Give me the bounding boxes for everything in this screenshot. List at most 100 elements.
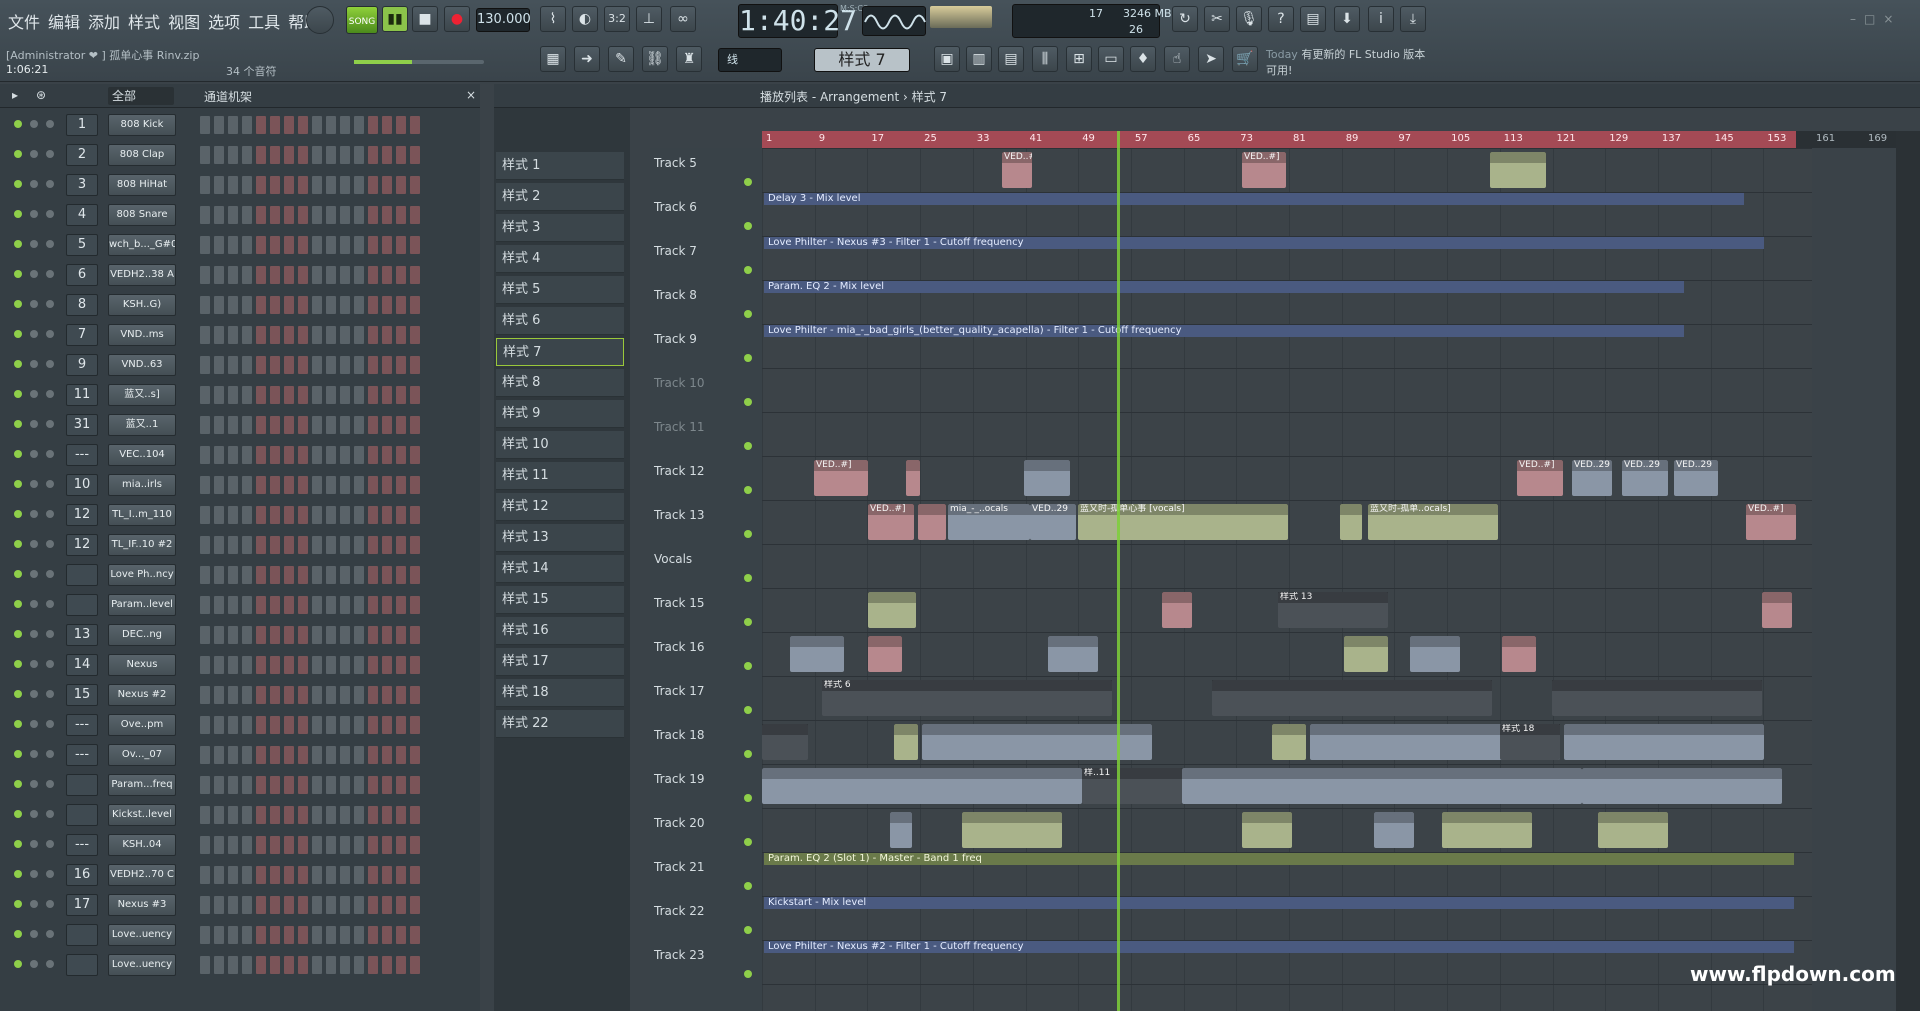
step-button[interactable] — [368, 776, 378, 794]
step-button[interactable] — [396, 806, 406, 824]
step-button[interactable] — [354, 686, 364, 704]
channel-pan-knob-icon[interactable] — [30, 750, 38, 758]
audio-clip[interactable] — [790, 636, 844, 672]
step-edit-icon[interactable]: ⊥ — [636, 6, 662, 32]
track-enable-led[interactable] — [744, 354, 752, 362]
step-button[interactable] — [256, 656, 266, 674]
channel-volume-knob-icon[interactable] — [46, 810, 54, 818]
step-button[interactable] — [382, 506, 392, 524]
step-sequencer[interactable] — [200, 746, 420, 764]
track-header[interactable]: Track 18 — [654, 720, 758, 764]
pattern-item[interactable]: 样式 7 — [496, 338, 624, 366]
step-button[interactable] — [326, 566, 336, 584]
step-button[interactable] — [396, 776, 406, 794]
plugin-icon[interactable]: ⊞ — [1066, 46, 1092, 72]
channel-mixer-track[interactable]: 3 — [66, 174, 98, 196]
channel-rack-icon[interactable]: ▤ — [998, 46, 1024, 72]
channel-pan-knob-icon[interactable] — [30, 810, 38, 818]
step-button[interactable] — [284, 116, 294, 134]
step-button[interactable] — [382, 116, 392, 134]
step-button[interactable] — [312, 296, 322, 314]
channel-row[interactable]: --- VEC..104 — [0, 440, 480, 470]
step-button[interactable] — [228, 326, 238, 344]
step-button[interactable] — [382, 746, 392, 764]
step-button[interactable] — [270, 506, 280, 524]
step-sequencer[interactable] — [200, 806, 420, 824]
step-button[interactable] — [270, 626, 280, 644]
step-button[interactable] — [200, 566, 210, 584]
step-button[interactable] — [382, 476, 392, 494]
step-button[interactable] — [326, 716, 336, 734]
channel-row[interactable]: 11 蓝又..s] — [0, 380, 480, 410]
step-button[interactable] — [270, 176, 280, 194]
step-button[interactable] — [312, 206, 322, 224]
channel-row[interactable]: 15 Nexus #2 — [0, 680, 480, 710]
step-button[interactable] — [228, 596, 238, 614]
step-button[interactable] — [368, 236, 378, 254]
step-button[interactable] — [354, 356, 364, 374]
step-button[interactable] — [270, 476, 280, 494]
piano-icon[interactable]: ▥ — [966, 46, 992, 72]
step-button[interactable] — [214, 806, 224, 824]
step-button[interactable] — [340, 566, 350, 584]
channel-pan-knob-icon[interactable] — [30, 960, 38, 968]
channel-pan-knob-icon[interactable] — [30, 600, 38, 608]
channel-mixer-track[interactable]: 8 — [66, 294, 98, 316]
channel-mixer-track[interactable]: --- — [66, 834, 98, 856]
step-button[interactable] — [242, 416, 252, 434]
step-button[interactable] — [270, 596, 280, 614]
step-sequencer[interactable] — [200, 446, 420, 464]
step-button[interactable] — [312, 476, 322, 494]
step-button[interactable] — [284, 866, 294, 884]
step-button[interactable] — [340, 746, 350, 764]
step-button[interactable] — [382, 566, 392, 584]
step-button[interactable] — [256, 176, 266, 194]
step-button[interactable] — [270, 566, 280, 584]
channel-name-button[interactable]: KSH..04 — [108, 834, 176, 856]
step-button[interactable] — [368, 506, 378, 524]
step-sequencer[interactable] — [200, 116, 420, 134]
step-sequencer[interactable] — [200, 476, 420, 494]
step-button[interactable] — [410, 356, 420, 374]
track-enable-led[interactable] — [744, 926, 752, 934]
step-button[interactable] — [270, 356, 280, 374]
step-button[interactable] — [214, 596, 224, 614]
step-button[interactable] — [340, 446, 350, 464]
step-sequencer[interactable] — [200, 266, 420, 284]
audio-clip[interactable] — [868, 636, 902, 672]
step-button[interactable] — [410, 266, 420, 284]
step-button[interactable] — [368, 716, 378, 734]
step-button[interactable] — [256, 536, 266, 554]
playhead[interactable] — [1117, 131, 1120, 1011]
step-button[interactable] — [242, 116, 252, 134]
step-button[interactable] — [270, 206, 280, 224]
channel-mute-led[interactable] — [14, 150, 22, 158]
step-button[interactable] — [200, 116, 210, 134]
step-button[interactable] — [368, 596, 378, 614]
track-header[interactable]: Track 22 — [654, 896, 758, 940]
step-button[interactable] — [410, 836, 420, 854]
step-button[interactable] — [284, 686, 294, 704]
pattern-item[interactable]: 样式 14 — [496, 555, 624, 583]
channel-row[interactable]: --- Ov..._07 — [0, 740, 480, 770]
channel-pan-knob-icon[interactable] — [30, 240, 38, 248]
step-button[interactable] — [326, 206, 336, 224]
step-button[interactable] — [368, 446, 378, 464]
step-button[interactable] — [200, 476, 210, 494]
channel-mixer-track[interactable]: 5 — [66, 234, 98, 256]
audio-clip[interactable] — [1762, 592, 1792, 628]
channel-row[interactable]: 31 蓝又..1 — [0, 410, 480, 440]
step-button[interactable] — [382, 386, 392, 404]
step-button[interactable] — [256, 356, 266, 374]
save-icon[interactable]: ▤ — [1300, 6, 1326, 32]
rack-options-icon[interactable]: ⊛ — [36, 88, 46, 102]
link-icon[interactable]: ⛓ — [642, 46, 668, 72]
step-button[interactable] — [214, 896, 224, 914]
channel-mute-led[interactable] — [14, 240, 22, 248]
step-button[interactable] — [298, 926, 308, 944]
audio-clip[interactable] — [1162, 592, 1192, 628]
step-button[interactable] — [298, 806, 308, 824]
step-button[interactable] — [340, 416, 350, 434]
song-time-display[interactable]: 1:40:27 — [738, 4, 857, 38]
channel-row[interactable]: 8 KSH..G) — [0, 290, 480, 320]
